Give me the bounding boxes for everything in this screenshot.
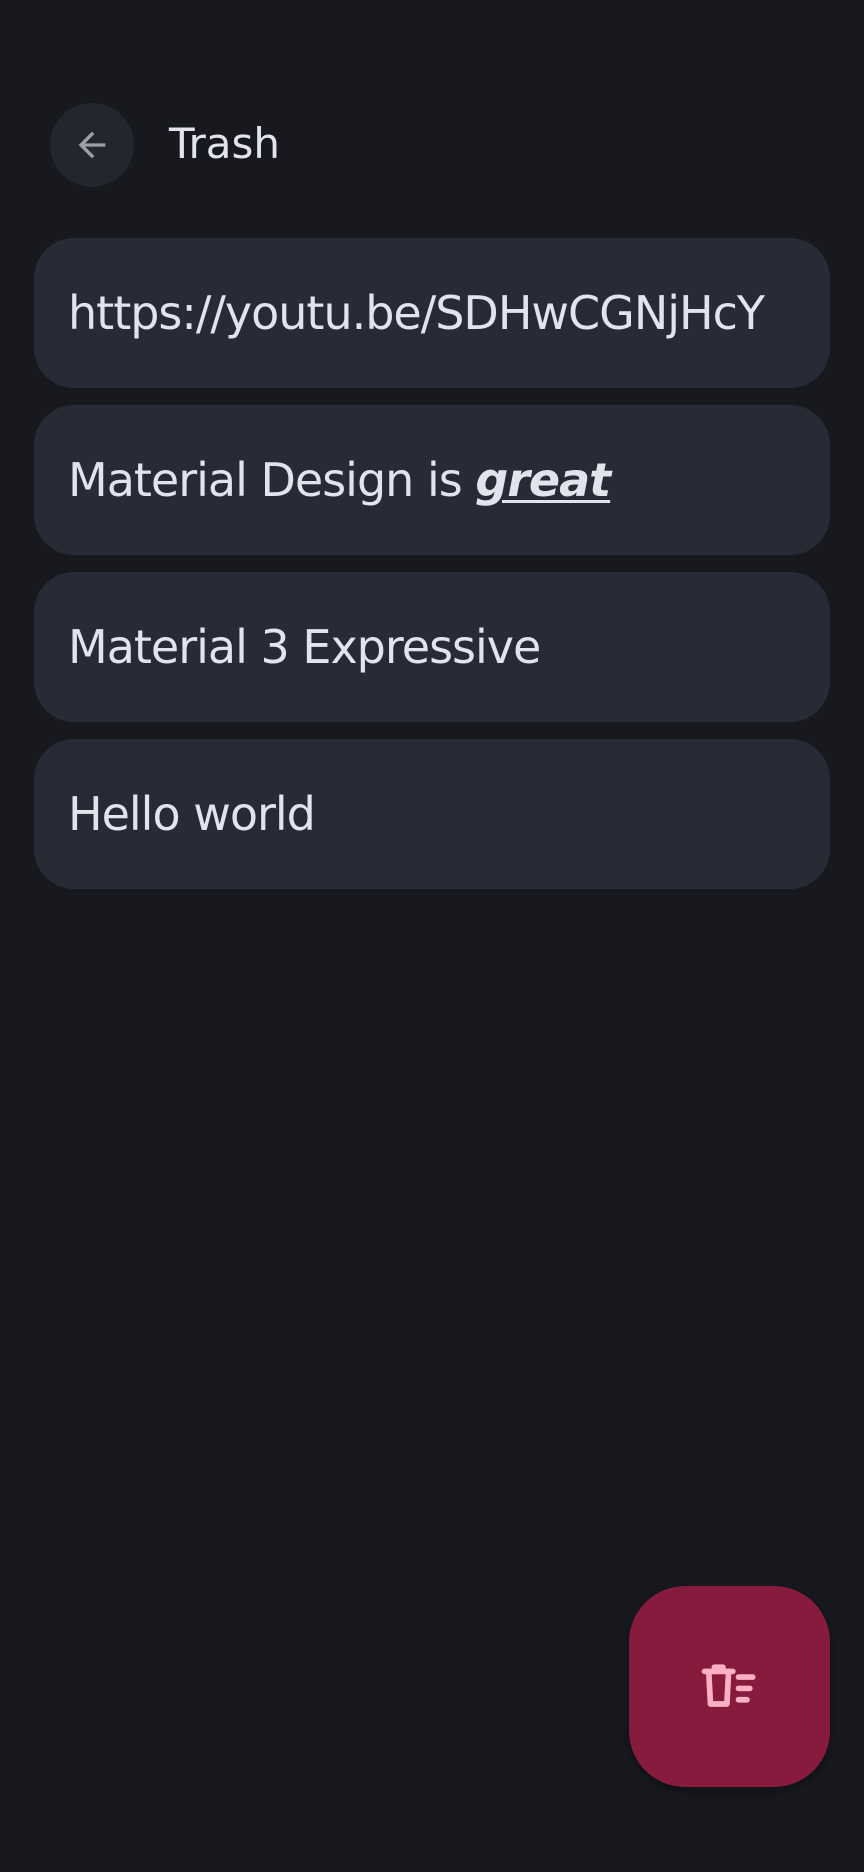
top-app-bar: Trash [0,100,864,190]
note-text: Material 3 Expressive [68,620,541,674]
back-button[interactable] [50,103,134,187]
note-text: https://youtu.be/SDHwCGNjHcY [68,286,765,340]
arrow-back-icon [72,125,112,165]
note-card[interactable]: Material Design is great [34,405,830,555]
note-card[interactable]: Hello world [34,739,830,889]
note-card[interactable]: Material 3 Expressive [34,572,830,722]
empty-trash-fab[interactable] [629,1586,830,1787]
note-text-plain: Material Design is [68,453,476,507]
note-text: Hello world [68,787,316,841]
delete-sweep-icon [696,1653,764,1721]
note-card[interactable]: https://youtu.be/SDHwCGNjHcY [34,238,830,388]
page-title: Trash [169,119,280,168]
note-text-emphasis: great [475,453,611,507]
note-list: https://youtu.be/SDHwCGNjHcY Material De… [34,238,830,906]
note-text: Material Design is great [68,450,611,510]
